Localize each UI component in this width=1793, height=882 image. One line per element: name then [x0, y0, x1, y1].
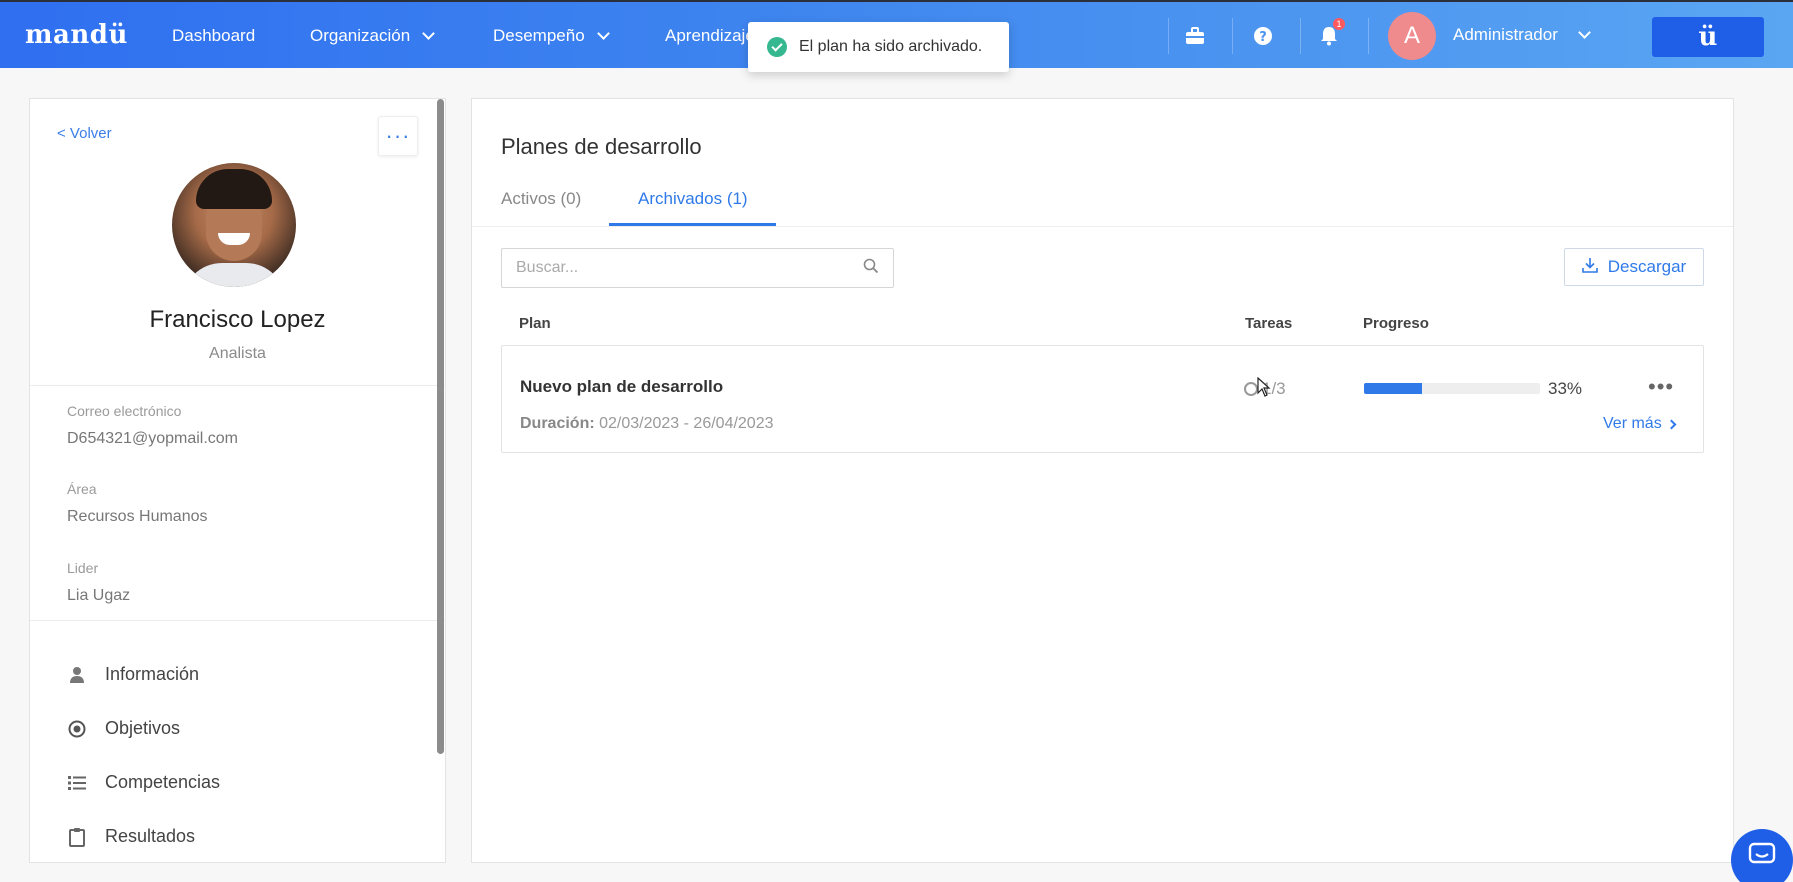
profile-menu-label: Competencias: [105, 772, 221, 792]
area-value: Recursos Humanos: [67, 508, 208, 525]
profile-menu-competencias[interactable]: Competencias: [67, 772, 220, 793]
search-icon[interactable]: [863, 258, 879, 279]
download-button[interactable]: Descargar: [1564, 248, 1704, 286]
nav-organizacion-label: Organización: [310, 26, 411, 45]
nav-aprendizaje-label: Aprendizaje: [665, 26, 755, 45]
user-avatar[interactable]: A: [1388, 12, 1436, 60]
nav-dashboard-label: Dashboard: [172, 26, 256, 45]
mouse-cursor-icon: [1257, 376, 1271, 402]
profile-role: Analista: [209, 345, 266, 362]
nav-divider: [1300, 18, 1301, 54]
duration-value: 02/03/2023 - 26/04/2023: [599, 415, 774, 432]
tasks-circle-icon: [1244, 382, 1258, 396]
column-header-plan: Plan: [519, 315, 551, 332]
area-label: Área: [67, 481, 97, 497]
tabs-divider: [472, 226, 1733, 227]
user-menu[interactable]: Administrador: [1453, 25, 1591, 45]
row-more-button[interactable]: •••: [1648, 374, 1674, 400]
divider: [30, 620, 445, 621]
chat-icon: [1748, 842, 1776, 873]
table-row[interactable]: Nuevo plan de desarrollo Duración: 02/03…: [501, 345, 1704, 453]
nav-organizacion[interactable]: Organización: [310, 26, 436, 46]
nav-desempeno[interactable]: Desempeño: [493, 26, 610, 46]
see-more-label: Ver más: [1603, 415, 1662, 432]
search-box: [501, 248, 894, 288]
tab-archivados[interactable]: Archivados (1): [638, 189, 748, 209]
profile-menu-label: Información: [105, 664, 200, 684]
duration-label: Duración:: [520, 415, 595, 432]
progress-percent: 33%: [1548, 379, 1583, 398]
plan-duration: Duración: 02/03/2023 - 26/04/2023: [520, 415, 774, 433]
development-plans-panel: Planes de desarrollo Activos (0) Archiva…: [471, 98, 1734, 863]
bell-icon[interactable]: 1: [1317, 18, 1345, 48]
progress-bar: [1364, 383, 1540, 394]
chevron-down-icon: [422, 27, 436, 40]
success-toast: El plan ha sido archivado.: [748, 22, 1009, 72]
profile-photo: [172, 163, 296, 287]
nav-divider: [1168, 18, 1169, 54]
profile-menu-objetivos[interactable]: Objetivos: [67, 718, 180, 739]
leader-value: Lia Ugaz: [67, 587, 131, 604]
check-circle-icon: [767, 37, 787, 57]
nav-divider: [1232, 18, 1233, 54]
active-tab-indicator: [609, 223, 776, 226]
briefcase-icon[interactable]: [1183, 24, 1207, 48]
chevron-down-icon: [1578, 26, 1591, 39]
profile-panel: < Volver ··· Francisco Lopez Analista Co…: [29, 98, 446, 863]
nav-desempeno-label: Desempeño: [493, 26, 585, 45]
profile-menu-informacion[interactable]: Información: [67, 664, 199, 685]
search-input[interactable]: [516, 259, 863, 277]
profile-menu-label: Objetivos: [105, 718, 181, 738]
user-name: Administrador: [1453, 25, 1558, 44]
profile-menu-resultados[interactable]: Resultados: [67, 826, 195, 847]
chevron-right-icon: [1666, 419, 1677, 429]
email-value: D654321@yopmail.com: [67, 430, 238, 447]
tab-activos[interactable]: Activos (0): [501, 189, 581, 209]
download-icon: [1581, 257, 1598, 278]
profile-name: Francisco Lopez: [149, 306, 326, 333]
plan-name[interactable]: Nuevo plan de desarrollo: [520, 377, 723, 397]
help-icon[interactable]: ?: [1251, 24, 1275, 48]
chevron-down-icon: [596, 27, 610, 40]
nav-dashboard[interactable]: Dashboard: [172, 26, 255, 46]
divider: [30, 385, 445, 386]
column-header-progress: Progreso: [1363, 315, 1429, 332]
clipboard-icon: [67, 827, 87, 847]
profile-menu-label: Resultados: [105, 826, 196, 846]
column-header-tasks: Tareas: [1245, 315, 1293, 332]
back-link[interactable]: < Volver: [57, 125, 112, 142]
notification-badge: 1: [1333, 18, 1345, 30]
svg-text:?: ?: [1259, 30, 1267, 45]
progress-bar-fill: [1364, 383, 1423, 394]
see-more-link[interactable]: Ver más: [1603, 415, 1677, 433]
brand-logo[interactable]: mandü: [25, 20, 128, 50]
nav-divider: [1368, 18, 1369, 54]
panel-scrollbar[interactable]: [437, 99, 444, 754]
email-label: Correo electrónico: [67, 403, 182, 419]
toast-message: El plan ha sido archivado.: [799, 38, 983, 55]
list-icon: [67, 773, 87, 793]
chat-launcher-button[interactable]: [1731, 829, 1793, 882]
brand-app-button[interactable]: ü: [1652, 17, 1764, 57]
download-label: Descargar: [1607, 257, 1687, 276]
target-icon: [67, 719, 87, 739]
leader-label: Lider: [67, 560, 99, 576]
more-options-button[interactable]: ···: [378, 116, 418, 156]
page-title: Planes de desarrollo: [501, 134, 702, 159]
user-icon: [67, 665, 87, 685]
